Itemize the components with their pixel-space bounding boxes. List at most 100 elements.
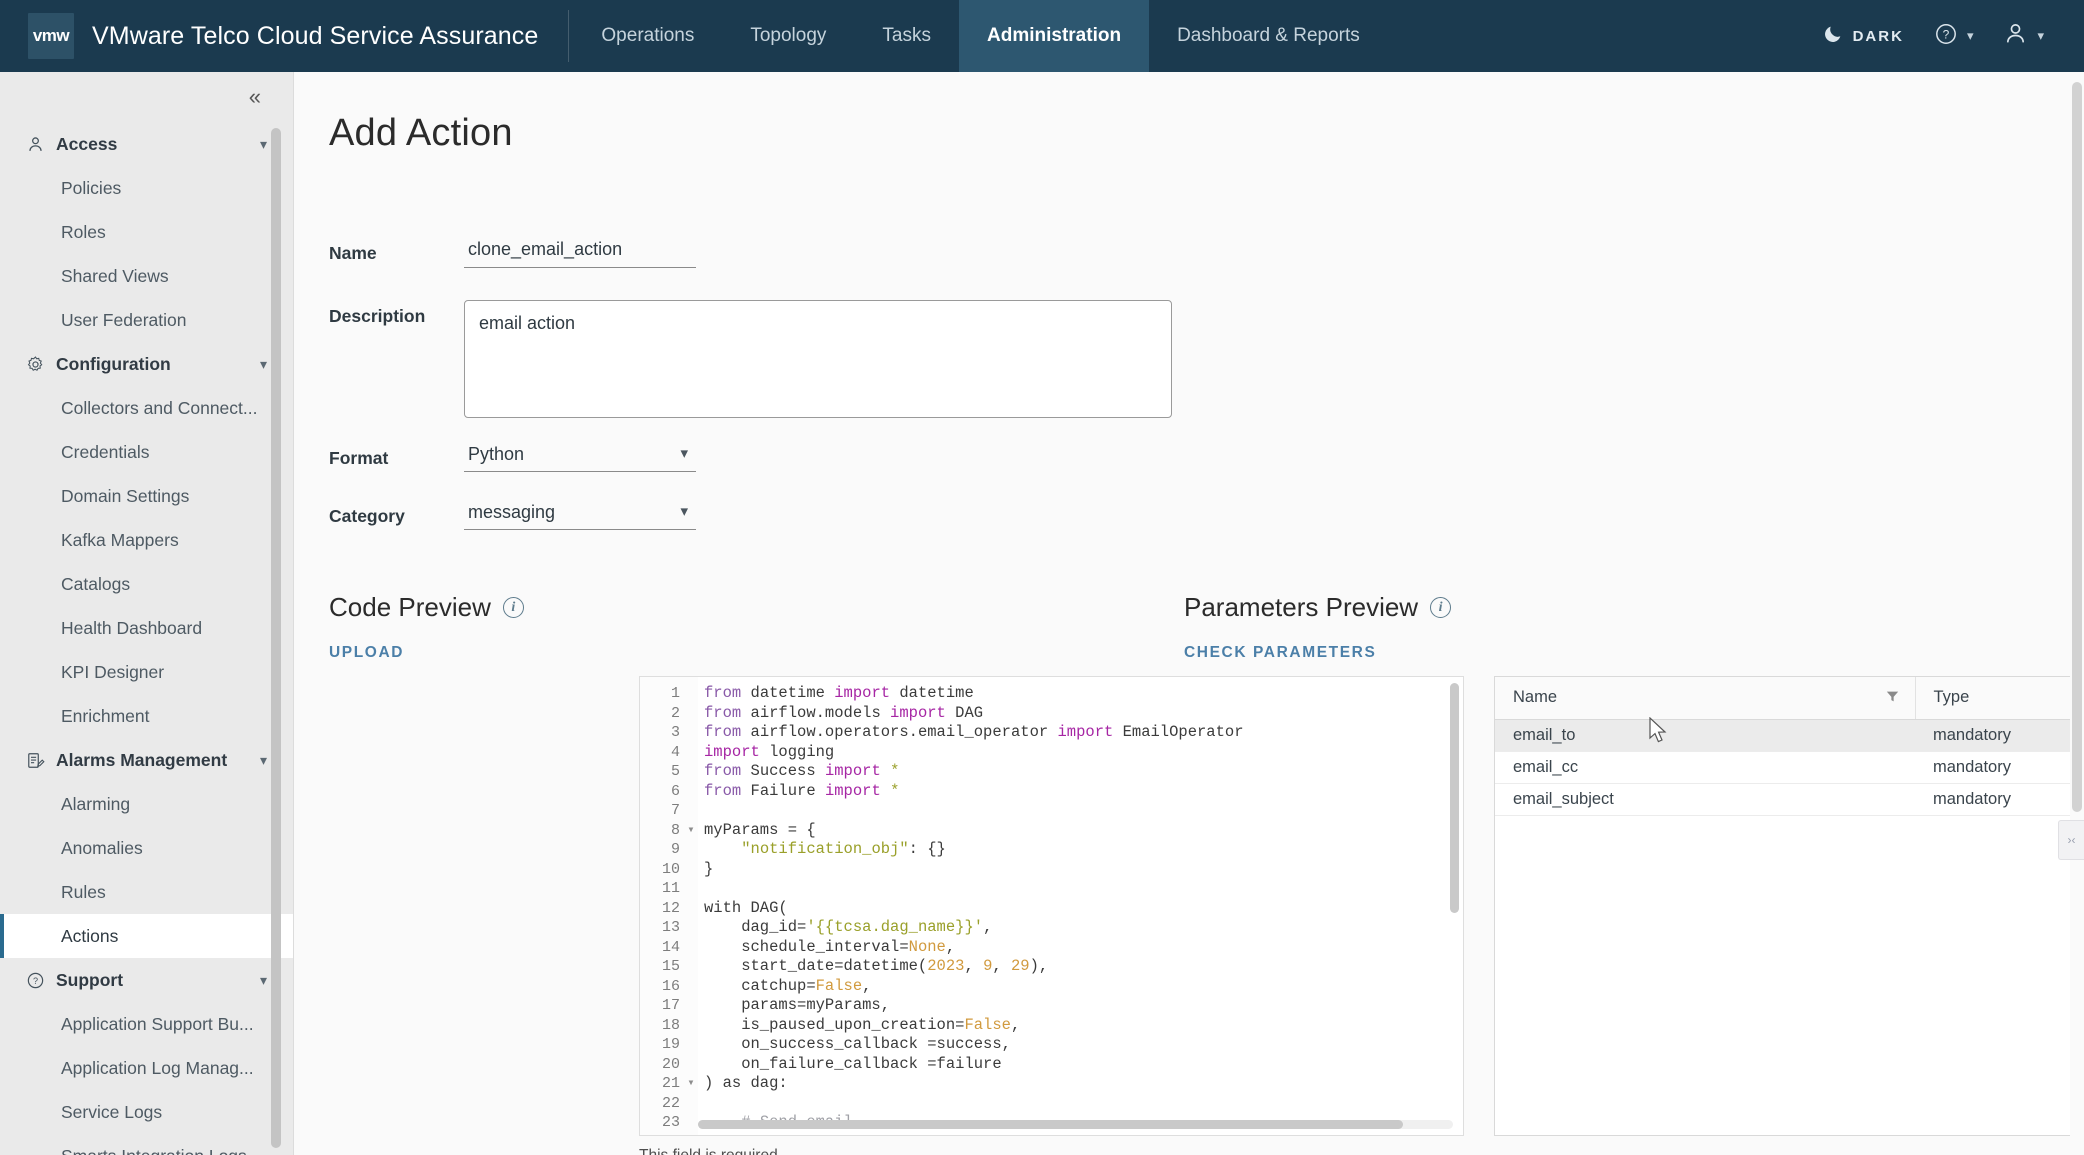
info-circle-icon[interactable]: i [1430,597,1452,618]
chevron-down-icon[interactable]: ▾ [260,972,267,989]
code-line-number: 21 [661,1075,680,1092]
double-chevron-left-icon[interactable]: « [249,86,261,108]
sidebar-group-access[interactable]: Access ▾ [0,122,293,166]
sidebar-item-catalogs[interactable]: Catalogs [0,562,293,606]
filter-icon[interactable] [1886,690,1899,706]
code-line-text: from airflow.operators.email_operator im… [704,723,1244,741]
code-line: 19 on_success_callback =success, [640,1035,1463,1055]
upload-link[interactable]: UPLOAD [329,644,404,662]
page-scrollbar-track[interactable] [2070,72,2084,1155]
code-line-number: 17 [661,997,680,1014]
sidebar-scrollbar-thumb[interactable] [271,128,281,1148]
category-select[interactable]: messaging [464,500,696,530]
code-line: 12 with DAG( [640,899,1463,919]
column-header-type[interactable]: Type [1915,677,2084,720]
sidebar-group-configuration[interactable]: Configuration ▾ [0,342,293,386]
help-circle-icon: ? [1934,22,1958,51]
cell-parameter-name: email_cc [1495,751,1915,784]
code-horizontal-scrollbar-thumb[interactable] [698,1120,1403,1129]
code-line-number: 19 [661,1036,680,1053]
name-input[interactable] [464,237,696,268]
code-line-text: schedule_interval=None, [704,937,956,956]
code-line-number: 16 [661,977,680,995]
sidebar-item-enrichment[interactable]: Enrichment [0,694,293,738]
sidebar-item-collectors-and-connectors[interactable]: Collectors and Connect... [0,386,293,430]
theme-toggle[interactable]: DARK [1812,17,1914,56]
nav-tab-administration[interactable]: Administration [959,0,1150,72]
code-line-text: import logging [704,742,835,761]
sidebar-item-alarming[interactable]: Alarming [0,782,293,826]
description-textarea[interactable]: email action [464,300,1172,418]
code-line: 5 from Success import * [640,762,1463,782]
sidebar-item-application-support-bundle[interactable]: Application Support Bu... [0,1002,293,1046]
nav-tab-tasks[interactable]: Tasks [854,0,959,72]
sidebar-group-support[interactable]: ? Support ▾ [0,958,293,1002]
code-line-number: 3 [670,724,680,741]
sidebar-item-kpi-designer[interactable]: KPI Designer [0,650,293,694]
info-circle-icon[interactable]: i [502,597,524,618]
user-avatar-icon [2003,21,2028,51]
code-line-number: 2 [670,704,680,722]
sidebar-scrollbar-track[interactable] [271,122,287,1155]
sidebar-item-roles[interactable]: Roles [0,210,293,254]
code-line-text: catchup=False, [704,976,872,995]
code-fold-toggle-icon[interactable]: ▾ [684,1074,698,1094]
chevron-down-icon: ▾ [2037,28,2044,43]
table-row[interactable]: email_to mandatory [1495,719,2084,752]
sidebar-item-policies[interactable]: Policies [0,166,293,210]
sidebar-item-anomalies[interactable]: Anomalies [0,826,293,870]
code-line: 6 from Failure import * [640,782,1463,802]
vmware-logo: vmw [28,13,74,59]
nav-tab-dashboard-reports[interactable]: Dashboard & Reports [1149,0,1388,72]
cell-parameter-type: mandatory [1915,719,2084,752]
chevron-down-icon[interactable]: ▾ [260,136,267,153]
parameters-table-panel: Name Type email_to mandatory email_cc manda… [1494,676,2084,1136]
sidebar-group-alarms-management[interactable]: Alarms Management ▾ [0,738,293,782]
brand-block[interactable]: vmw VMware Telco Cloud Service Assurance [0,0,538,72]
nav-tab-operations[interactable]: Operations [573,0,722,72]
header-actions: DARK ? ▾ ▾ [1812,15,2084,57]
code-fold-toggle-icon [684,704,698,724]
code-vertical-scrollbar[interactable] [1450,683,1459,913]
sidebar-item-actions[interactable]: Actions [0,914,293,958]
sidebar-item-kafka-mappers[interactable]: Kafka Mappers [0,518,293,562]
code-editor[interactable]: 1 from datetime import datetime 2 from airf… [639,676,1464,1136]
code-fold-toggle-icon[interactable]: ▾ [684,821,698,841]
sidebar-item-credentials[interactable]: Credentials [0,430,293,474]
table-row[interactable]: email_subject mandatory [1495,783,2084,816]
sidebar-item-smarts-integration-logs[interactable]: Smarts Integration Logs [0,1134,293,1155]
column-header-name[interactable]: Name [1495,677,1916,720]
format-select[interactable]: Python [464,442,696,472]
right-panel-toggle[interactable]: ›‹ [2058,820,2084,860]
page-scrollbar-thumb[interactable] [2072,82,2082,812]
code-line: 17 params=myParams, [640,996,1463,1016]
check-parameters-link[interactable]: CHECK PARAMETERS [1184,644,1376,662]
code-line-text: from datetime import datetime [704,684,974,702]
chevron-down-icon[interactable]: ▾ [260,752,267,769]
sidebar-item-rules[interactable]: Rules [0,870,293,914]
code-line: 18 is_paused_upon_creation=False, [640,1016,1463,1036]
chevron-down-icon[interactable]: ▾ [260,356,267,373]
parameters-preview-heading: Parameters Preview i [1184,592,1452,623]
user-menu[interactable]: ▾ [1993,15,2054,57]
table-row[interactable]: email_cc mandatory [1495,751,2084,784]
svg-text:?: ? [33,975,38,985]
main-content: Add Action Name Description email action… [294,72,2084,1155]
code-fold-toggle-icon [684,1035,698,1055]
code-fold-toggle-icon [684,1055,698,1075]
sidebar-item-service-logs[interactable]: Service Logs [0,1090,293,1134]
help-menu[interactable]: ? ▾ [1924,16,1984,57]
code-line-text: on_failure_callback =failure [704,1054,1002,1073]
sidebar-item-domain-settings[interactable]: Domain Settings [0,474,293,518]
app-title: VMware Telco Cloud Service Assurance [92,21,539,50]
sidebar-item-application-log-management[interactable]: Application Log Manag... [0,1046,293,1090]
sidebar-item-health-dashboard[interactable]: Health Dashboard [0,606,293,650]
code-fold-toggle-icon [684,918,698,938]
nav-tab-topology[interactable]: Topology [722,0,854,72]
sidebar-scroll-area[interactable]: Access ▾ Policies Roles Shared Views Use… [0,122,293,1155]
code-fold-toggle-icon [684,840,698,860]
sidebar-item-user-federation[interactable]: User Federation [0,298,293,342]
code-line-text: start_date=datetime(2023, 9, 29), [704,957,1049,975]
sidebar-item-shared-views[interactable]: Shared Views [0,254,293,298]
